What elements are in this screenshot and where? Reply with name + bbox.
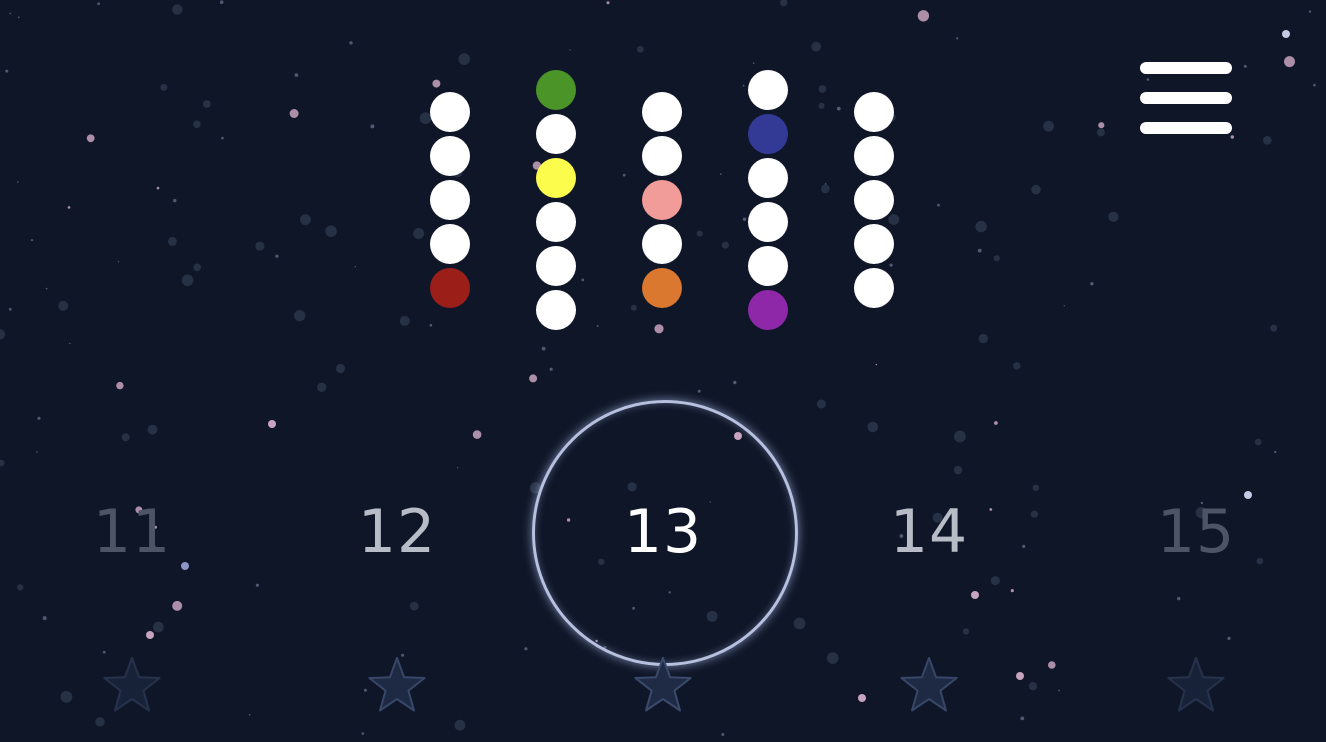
background-star-dot [409,601,419,611]
background-star-dot [733,380,737,385]
white-ball [854,92,894,132]
star-icon [633,656,693,714]
background-star-dot [116,381,124,390]
white-ball [748,246,788,286]
background-star-dot [867,421,878,433]
background-star-dot [1030,510,1038,518]
level-item-11[interactable]: 11 [52,470,212,600]
background-star-dot [152,621,164,633]
background-star-dot [121,433,130,442]
white-ball [854,136,894,176]
level-number: 11 [92,497,172,567]
background-star-dot [335,363,346,374]
background-star-dot [697,389,701,393]
white-ball [430,136,470,176]
background-star-dot [529,374,538,383]
white-ball [642,136,682,176]
white-ball [430,92,470,132]
background-star-dot [954,430,966,443]
background-star-dot [36,451,38,453]
white-ball [536,246,576,286]
background-star-dot [1013,362,1021,370]
background-star-dot [147,424,158,435]
background-star-dot [42,616,47,621]
background-star-dot [17,584,24,591]
background-star-dot [793,617,806,630]
purple-ball [748,290,788,330]
background-star-dot [361,732,365,735]
star-icon [1166,656,1226,714]
background-star-dot [317,382,327,392]
background-star-dot [994,421,998,425]
background-star-dot [0,459,5,467]
background-star-dot [1254,438,1262,446]
pink-ball [642,180,682,220]
background-star-dot [858,694,866,702]
background-star-dot [1028,682,1038,691]
background-star-dot [1058,689,1060,692]
level-item-13[interactable]: 13 [583,470,743,600]
background-star-dot [1274,450,1277,454]
green-ball [536,70,576,110]
white-ball [430,224,470,264]
white-ball [748,202,788,242]
background-star-dot [1032,484,1040,491]
navy-ball [748,114,788,154]
level-number: 12 [357,497,437,567]
background-star-dot [248,714,251,716]
star-icon [367,656,427,714]
background-star-dot [172,600,183,611]
background-star-dot [875,363,878,366]
background-star-dot [102,650,106,654]
level-number: 15 [1156,497,1236,567]
level-item-14[interactable]: 14 [849,470,1009,600]
background-star-dot [1016,672,1024,680]
level-number: 14 [889,497,969,567]
background-star-dot [826,652,839,664]
white-ball [854,180,894,220]
level-number: 13 [623,497,703,567]
background-star-dot [454,719,466,731]
background-star-dot [255,583,259,587]
level-item-12[interactable]: 12 [317,470,477,600]
white-ball [854,224,894,264]
background-star-dot [816,399,826,409]
background-star-dot [524,647,528,651]
background-star-dot [268,420,276,428]
white-ball [536,290,576,330]
background-star-dot [146,631,154,639]
background-star-dot [60,690,73,703]
background-star-dot [472,430,482,439]
background-star-dot [456,467,459,469]
background-star-dot [37,416,41,420]
background-star-dot [549,367,553,371]
white-ball [430,180,470,220]
star-icon [899,656,959,714]
yellow-ball [536,158,576,198]
white-ball [748,70,788,110]
background-star-dot [1227,636,1231,641]
star-icon [102,656,162,714]
background-star-dot [721,733,725,736]
background-star-dot [1022,544,1026,549]
background-star-dot [1010,589,1014,593]
red-ball [430,268,470,308]
level-item-15[interactable]: 15 [1116,470,1276,600]
menu-button[interactable] [1140,62,1232,134]
orange-ball [642,268,682,308]
white-ball [642,92,682,132]
background-star-dot [962,628,970,635]
white-ball [642,224,682,264]
white-ball [748,158,788,198]
white-ball [536,202,576,242]
ball-puzzle-preview [0,0,1326,360]
background-star-dot [95,717,105,727]
background-star-dot [1048,661,1056,669]
background-star-dot [1020,716,1025,721]
white-ball [854,268,894,308]
white-ball [536,114,576,154]
